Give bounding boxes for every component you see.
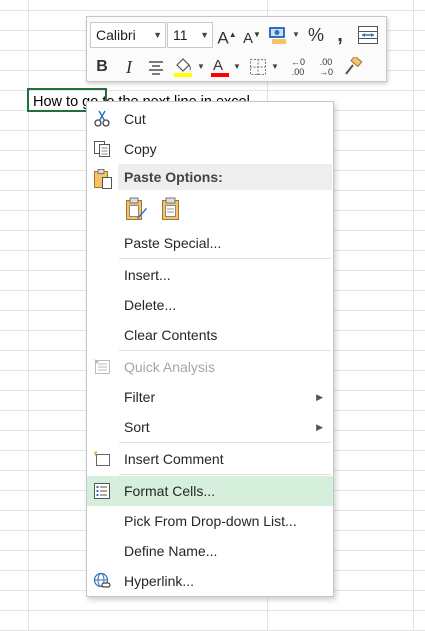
menu-item-cut[interactable]: Cut <box>87 104 333 134</box>
align-center-icon <box>149 61 163 75</box>
borders-icon <box>250 59 266 75</box>
menu-label-copy: Copy <box>124 141 157 157</box>
menu-item-filter[interactable]: Filter ▶ <box>87 382 333 412</box>
menu-item-sort[interactable]: Sort ▶ <box>87 412 333 442</box>
copy-icon <box>94 141 110 157</box>
menu-label-hyperlink: Hyperlink... <box>124 573 195 589</box>
mini-toolbar: Calibri ▼ 11 ▼ A▲ A▼ ▼ % , B I ▼ A ▼ ▼ ←… <box>86 16 387 82</box>
decrease-font-size-button[interactable]: A▼ <box>242 22 262 48</box>
decrease-decimal-icon-top: .00 <box>319 57 333 67</box>
menu-item-delete[interactable]: Delete... <box>87 290 333 320</box>
font-color-button[interactable]: A <box>209 54 231 80</box>
accounting-format-icon <box>269 27 286 44</box>
comma-style-button[interactable]: , <box>331 22 349 48</box>
italic-icon: I <box>126 57 132 77</box>
font-size-dropdown[interactable]: 11 ▼ <box>167 22 213 48</box>
bold-icon: B <box>96 58 108 75</box>
menu-separator <box>119 350 331 351</box>
menu-separator <box>119 442 331 443</box>
format-cells-icon <box>94 483 110 499</box>
scissors-icon <box>94 110 110 127</box>
chevron-down-icon[interactable]: ▼ <box>197 54 205 80</box>
format-painter-button[interactable] <box>342 54 364 80</box>
paste-icon <box>94 169 112 189</box>
mini-toolbar-row-1: Calibri ▼ 11 ▼ A▲ A▼ ▼ % , <box>87 20 386 50</box>
increase-decimal-button[interactable]: ←0 .00 <box>286 54 310 80</box>
increase-font-size-button[interactable]: A▲ <box>217 22 237 48</box>
menu-label-cut: Cut <box>124 111 146 127</box>
submenu-arrow-icon: ▶ <box>316 392 323 402</box>
center-align-button[interactable] <box>145 54 167 80</box>
menu-item-insert-comment[interactable]: Insert Comment <box>87 444 333 474</box>
menu-label-paste-special: Paste Special... <box>124 235 222 251</box>
menu-label-delete: Delete... <box>124 297 177 313</box>
paste-formatting-button[interactable] <box>124 196 150 222</box>
paste-values-button[interactable] <box>159 196 185 222</box>
decrease-decimal-button[interactable]: .00 →0 <box>314 54 338 80</box>
menu-label-sort: Sort <box>124 419 150 435</box>
merge-center-button[interactable] <box>355 22 381 48</box>
comma-icon: , <box>337 24 343 46</box>
merge-center-icon <box>358 26 378 44</box>
chevron-down-icon: ▼ <box>200 30 209 40</box>
menu-item-pick-from-list[interactable]: Pick From Drop-down List... <box>87 506 333 536</box>
menu-label-clear-contents: Clear Contents <box>124 327 218 343</box>
menu-label-format-cells: Format Cells... <box>124 483 216 499</box>
menu-separator <box>119 474 331 475</box>
bold-button[interactable]: B <box>92 54 112 80</box>
menu-item-clear-contents[interactable]: Clear Contents <box>87 320 333 350</box>
menu-label-filter: Filter <box>124 389 156 405</box>
menu-item-copy[interactable]: Copy <box>87 134 333 164</box>
context-menu: Cut Copy Paste Options: Paste Special...… <box>86 101 334 597</box>
italic-button[interactable]: I <box>119 54 139 80</box>
menu-label-insert-comment: Insert Comment <box>124 451 224 467</box>
clipboard-icon <box>162 197 179 220</box>
paste-options-label: Paste Options: <box>124 169 223 185</box>
font-name-value: Calibri <box>96 27 136 43</box>
decrease-decimal-icon-bottom: →0 <box>318 67 333 77</box>
menu-label-quick-analysis: Quick Analysis <box>124 359 216 375</box>
paste-formatting-icon <box>126 197 147 220</box>
format-painter-icon <box>345 55 363 75</box>
comment-icon <box>94 450 110 466</box>
increase-decimal-icon-top: ←0 <box>290 57 305 67</box>
menu-item-define-name[interactable]: Define Name... <box>87 536 333 566</box>
menu-item-paste-special[interactable]: Paste Special... <box>87 228 333 258</box>
menu-item-quick-analysis: Quick Analysis <box>87 352 333 382</box>
percent-style-button[interactable]: % <box>305 22 327 48</box>
svg-text:A: A <box>213 57 223 74</box>
menu-item-format-cells[interactable]: Format Cells... <box>87 476 333 506</box>
decrease-font-icon: A <box>243 30 254 47</box>
font-name-dropdown[interactable]: Calibri ▼ <box>90 22 166 48</box>
font-color-icon: A <box>211 57 229 77</box>
increase-decimal-icon-bottom: .00 <box>291 67 305 77</box>
hyperlink-icon <box>93 572 111 588</box>
chevron-down-icon[interactable]: ▼ <box>292 22 300 48</box>
font-size-value: 11 <box>173 27 188 43</box>
borders-button[interactable] <box>247 54 269 80</box>
menu-separator <box>119 258 331 259</box>
quick-analysis-icon <box>94 359 110 374</box>
submenu-arrow-icon: ▶ <box>316 422 323 432</box>
menu-label-define-name: Define Name... <box>124 543 218 559</box>
menu-item-insert[interactable]: Insert... <box>87 260 333 290</box>
fill-color-button[interactable] <box>171 54 195 80</box>
menu-label-insert: Insert... <box>124 267 171 283</box>
menu-item-hyperlink[interactable]: Hyperlink... <box>87 566 333 596</box>
chevron-down-icon[interactable]: ▼ <box>233 54 241 80</box>
menu-label-pick-from-list: Pick From Drop-down List... <box>124 513 297 529</box>
paste-options-header: Paste Options: <box>118 164 332 190</box>
paint-bucket-icon <box>174 58 192 77</box>
chevron-down-icon[interactable]: ▼ <box>271 54 279 80</box>
increase-font-icon: A <box>217 28 229 48</box>
percent-icon: % <box>307 25 324 45</box>
mini-toolbar-row-2: B I ▼ A ▼ ▼ ←0 .00 .00 →0 <box>87 52 386 82</box>
chevron-down-icon: ▼ <box>153 30 162 40</box>
accounting-format-button[interactable] <box>267 22 289 48</box>
